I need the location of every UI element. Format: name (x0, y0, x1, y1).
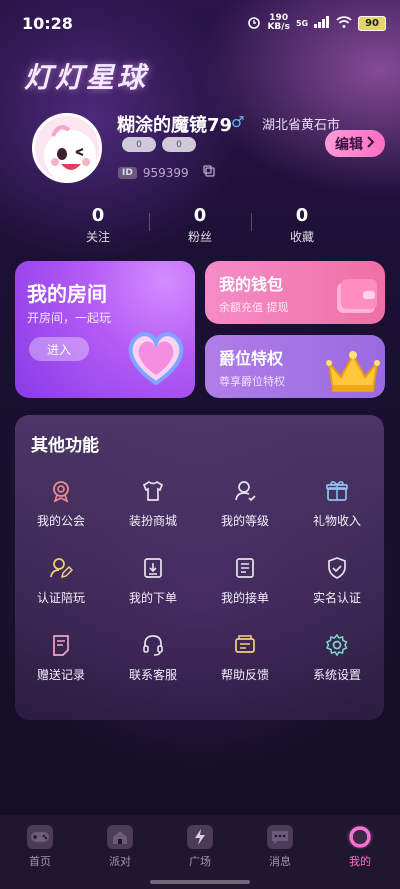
function-customer-service[interactable]: 联系客服 (107, 633, 199, 683)
network-speed: 190 KB/s (267, 13, 290, 32)
enter-room-button[interactable]: 进入 (29, 337, 89, 361)
headset-icon (141, 633, 165, 657)
wifi-icon (336, 15, 352, 31)
battery-indicator: 90 (358, 15, 386, 31)
other-functions-panel: 其他功能 我的公会 装扮商城 我的等级 礼物收入 认证陪玩 我的下单 我的接单 … (15, 415, 384, 720)
divider (149, 213, 150, 231)
function-help-feedback[interactable]: 帮助反馈 (199, 633, 291, 683)
status-time: 10:28 (22, 14, 73, 33)
function-system-settings[interactable]: 系统设置 (291, 633, 383, 683)
user-id: ID 959399 (118, 165, 215, 180)
user-level-icon (233, 479, 257, 503)
username: 糊涂的魔镜79 (117, 115, 233, 136)
wallet-title: 我的钱包 (219, 275, 284, 294)
function-gift-records[interactable]: 赠送记录 (15, 633, 107, 683)
medal-icon (49, 479, 73, 503)
record-icon (49, 633, 73, 657)
shirt-icon (141, 479, 165, 503)
home-indicator (150, 880, 250, 884)
function-verified-player[interactable]: 认证陪玩 (15, 556, 107, 606)
wallet-icon (333, 275, 381, 323)
stat-favorites[interactable]: 0 收藏 (252, 205, 352, 245)
function-real-name-auth[interactable]: 实名认证 (291, 556, 383, 606)
function-guild[interactable]: 我的公会 (15, 479, 107, 529)
status-bar: 10:28 190 KB/s 5G 90 (0, 0, 400, 48)
order-icon (141, 556, 165, 580)
gear-icon (325, 633, 349, 657)
function-my-orders[interactable]: 我的下单 (107, 556, 199, 606)
id-value: 959399 (142, 165, 189, 180)
room-title: 我的房间 (27, 282, 107, 306)
tab-messages[interactable]: 消息 (240, 825, 320, 869)
crown-icon (323, 349, 383, 398)
heart-icon (121, 321, 191, 391)
function-dress-shop[interactable]: 装扮商城 (107, 479, 199, 529)
feedback-icon (233, 633, 257, 657)
tab-plaza[interactable]: 广场 (160, 825, 240, 869)
vip-subtitle: 尊享爵位特权 (219, 375, 285, 388)
gamepad-icon (27, 825, 53, 849)
chevron-right-icon (367, 135, 375, 152)
user-verify-icon (49, 556, 74, 580)
wallet-card[interactable]: 我的钱包 余额充值 提现 (205, 261, 385, 324)
male-icon: ♂ (231, 113, 245, 131)
level-badge: 0 (122, 137, 156, 152)
rank-badge: 0 (162, 137, 196, 152)
stat-following[interactable]: 0 关注 (48, 205, 148, 245)
room-subtitle: 开房间，一起玩 (27, 311, 112, 325)
function-level[interactable]: 我的等级 (199, 479, 291, 529)
copy-icon[interactable] (202, 165, 215, 180)
edit-profile-button[interactable]: 编辑 (325, 130, 385, 157)
app-title: 灯灯星球 (24, 61, 149, 94)
tab-mine[interactable]: 我的 (320, 825, 400, 869)
network-type: 5G (295, 18, 309, 28)
wallet-subtitle: 余额充值 提现 (219, 301, 289, 314)
location-text: 湖北省黄石市 (262, 118, 341, 133)
vip-privilege-card[interactable]: 爵位特权 尊享爵位特权 (205, 335, 385, 398)
avatar[interactable] (32, 113, 102, 183)
alarm-icon (247, 15, 261, 32)
status-icons: 190 KB/s 5G 90 (247, 14, 386, 32)
planet-icon (347, 825, 373, 849)
signal-icon (314, 15, 330, 31)
tab-party[interactable]: 派对 (80, 825, 160, 869)
lightning-icon (187, 825, 213, 849)
tab-home[interactable]: 首页 (0, 825, 80, 869)
gift-icon (325, 479, 349, 503)
bottom-tab-bar: 首页 派对 广场 消息 我的 (0, 815, 400, 889)
house-icon (107, 825, 133, 849)
my-room-card[interactable]: 我的房间 开房间，一起玩 进入 (15, 261, 195, 398)
section-title: 其他功能 (31, 436, 99, 456)
id-label: ID (118, 166, 137, 179)
function-gift-income[interactable]: 礼物收入 (291, 479, 383, 529)
stats-row: 0 关注 0 粉丝 0 收藏 (0, 205, 400, 245)
list-icon (233, 556, 257, 580)
divider (251, 213, 252, 231)
vip-title: 爵位特权 (219, 349, 284, 368)
function-my-accepted-orders[interactable]: 我的接单 (199, 556, 291, 606)
stat-fans[interactable]: 0 粉丝 (150, 205, 250, 245)
shield-check-icon (325, 556, 349, 580)
chat-icon (267, 825, 293, 849)
